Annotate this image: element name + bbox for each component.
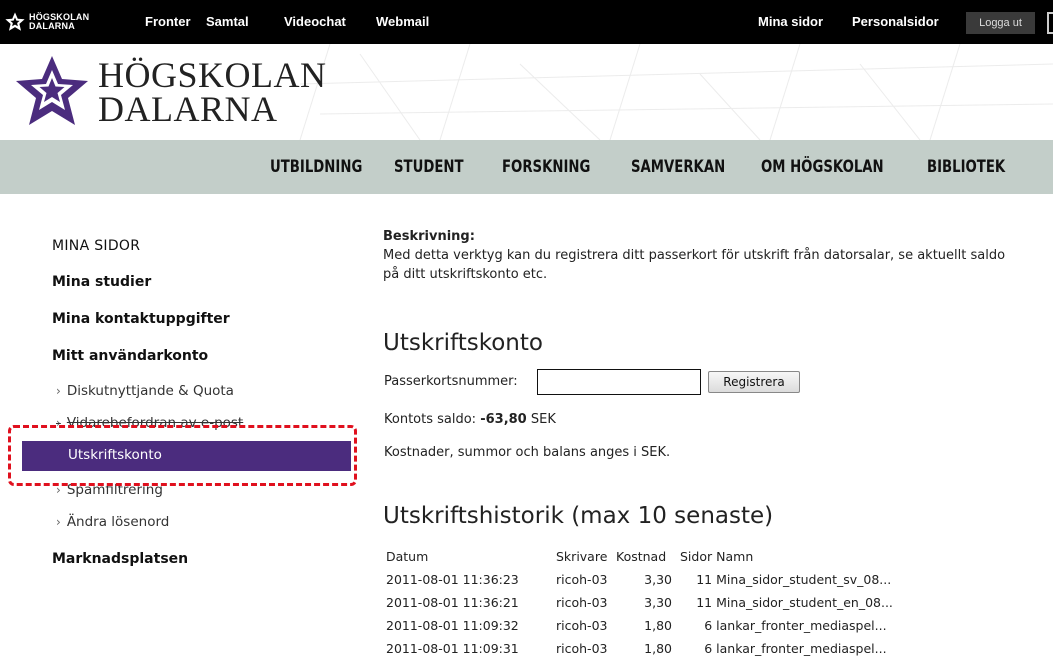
chevron-right-icon: › xyxy=(56,515,61,529)
account-title: Utskriftskonto xyxy=(383,330,543,356)
history-title: Utskriftshistorik (max 10 senaste) xyxy=(383,503,774,529)
cell-cost: 3,30 xyxy=(644,595,672,610)
balance-prefix: Kontots saldo: xyxy=(384,412,481,427)
card-number-label: Passerkortsnummer: xyxy=(384,374,518,389)
sidebar-item-mina-studier[interactable]: Mina studier xyxy=(52,274,151,290)
column-header-datum: Datum xyxy=(386,549,429,564)
column-header-sidor: Sidor xyxy=(680,549,713,564)
topbar-logo[interactable]: HÖGSKOLAN DALARNA xyxy=(4,10,89,34)
site-header: HÖGSKOLAN DALARNA xyxy=(0,44,1053,140)
star-logo-icon xyxy=(5,12,25,31)
table-header-row: Datum Skrivare Kostnad Sidor Namn xyxy=(386,545,956,568)
sidebar-item-label: Ändra lösenord xyxy=(66,514,170,530)
table-row: 2011-08-01 11:09:31 ricoh-03 1,80 6 lank… xyxy=(386,637,956,660)
sidebar-item-label: Diskutnyttjande & Quota xyxy=(66,383,234,399)
nav-item-om-hogskolan[interactable]: OM HÖGSKOLAN xyxy=(761,140,884,194)
cell-pages: 11 xyxy=(696,572,713,587)
column-header-kostnad: Kostnad xyxy=(616,549,667,564)
cell-cost: 1,80 xyxy=(644,618,672,633)
sidebar-heading: MINA SIDOR xyxy=(52,238,141,254)
brand-logo[interactable]: HÖGSKOLAN DALARNA xyxy=(12,52,327,132)
cell-pages: 6 xyxy=(704,618,713,633)
star-logo-icon xyxy=(16,56,88,125)
cell-name: lankar_fronter_mediaspel... xyxy=(716,618,887,633)
currency-note: Kostnader, summor och balans anges i SEK… xyxy=(384,445,671,460)
topbar-link-fronter[interactable]: Fronter xyxy=(145,14,191,30)
nav-item-student[interactable]: STUDENT xyxy=(394,140,464,194)
description-label: Beskrivning: xyxy=(383,229,475,244)
balance-suffix: SEK xyxy=(526,412,556,427)
table-row: 2011-08-01 11:09:32 ricoh-03 1,80 6 lank… xyxy=(386,614,956,637)
topbar-link-samtal[interactable]: Samtal xyxy=(206,14,249,30)
cell-cost: 1,80 xyxy=(644,641,672,656)
top-bar: HÖGSKOLAN DALARNA Fronter Samtal Videoch… xyxy=(0,0,1053,44)
cell-date: 2011-08-01 11:36:23 xyxy=(386,572,519,587)
sidebar-item-mina-kontaktuppgifter[interactable]: Mina kontaktuppgifter xyxy=(52,311,230,327)
main-navigation: UTBILDNING STUDENT FORSKNING SAMVERKAN O… xyxy=(0,140,1053,194)
cell-date: 2011-08-01 11:36:21 xyxy=(386,595,519,610)
nav-item-bibliotek[interactable]: BIBLIOTEK xyxy=(927,140,1005,194)
nav-item-utbildning[interactable]: UTBILDNING xyxy=(270,140,362,194)
cell-date: 2011-08-01 11:09:32 xyxy=(386,618,519,633)
topbar-edge-control xyxy=(1047,12,1053,34)
card-number-input[interactable] xyxy=(537,369,701,395)
topbar-link-webmail[interactable]: Webmail xyxy=(376,14,429,30)
cell-pages: 6 xyxy=(704,641,713,656)
table-row: 2011-08-01 11:36:23 ricoh-03 3,30 11 Min… xyxy=(386,568,956,591)
cell-name: Mina_sidor_student_sv_08... xyxy=(716,572,892,587)
cell-printer: ricoh-03 xyxy=(556,641,608,656)
brand-name-line-1: HÖGSKOLAN xyxy=(98,55,327,95)
logout-button[interactable]: Logga ut xyxy=(966,12,1035,34)
nav-item-samverkan[interactable]: SAMVERKAN xyxy=(631,140,725,194)
highlight-callout xyxy=(8,425,357,486)
topbar-link-videochat[interactable]: Videochat xyxy=(284,14,346,30)
description-text: Med detta verktyg kan du registrera ditt… xyxy=(383,248,1006,282)
topbar-link-personalsidor[interactable]: Personalsidor xyxy=(852,14,939,30)
sidebar-item-andra-losenord[interactable]: › Ändra lösenord xyxy=(56,514,169,530)
balance-value: -63,80 xyxy=(480,412,527,427)
column-header-skrivare: Skrivare xyxy=(556,549,608,564)
sidebar-item-diskutnyttjande[interactable]: › Diskutnyttjande & Quota xyxy=(56,383,234,399)
topbar-logo-text-2: DALARNA xyxy=(29,21,75,31)
cell-name: Mina_sidor_student_en_08... xyxy=(716,595,893,610)
cell-cost: 3,30 xyxy=(644,572,672,587)
sidebar-item-marknadsplatsen[interactable]: Marknadsplatsen xyxy=(52,551,188,567)
cell-printer: ricoh-03 xyxy=(556,618,608,633)
table-row: 2011-08-01 11:36:21 ricoh-03 3,30 11 Min… xyxy=(386,591,956,614)
topbar-link-mina-sidor[interactable]: Mina sidor xyxy=(758,14,823,30)
brand-name-line-2: DALARNA xyxy=(98,89,278,129)
cell-date: 2011-08-01 11:09:31 xyxy=(386,641,519,656)
chevron-right-icon: › xyxy=(56,384,61,398)
cell-printer: ricoh-03 xyxy=(556,572,608,587)
cell-name: lankar_fronter_mediaspel... xyxy=(716,641,887,656)
print-history-table: Datum Skrivare Kostnad Sidor Namn 2011-0… xyxy=(386,545,956,660)
sidebar-item-mitt-anvandarkonto[interactable]: Mitt användarkonto xyxy=(52,348,208,364)
column-header-namn: Namn xyxy=(716,549,754,564)
cell-pages: 11 xyxy=(696,595,713,610)
register-button[interactable]: Registrera xyxy=(708,371,800,393)
cell-printer: ricoh-03 xyxy=(556,595,608,610)
nav-item-forskning[interactable]: FORSKNING xyxy=(502,140,590,194)
account-balance: Kontots saldo: -63,80 SEK xyxy=(384,412,556,427)
